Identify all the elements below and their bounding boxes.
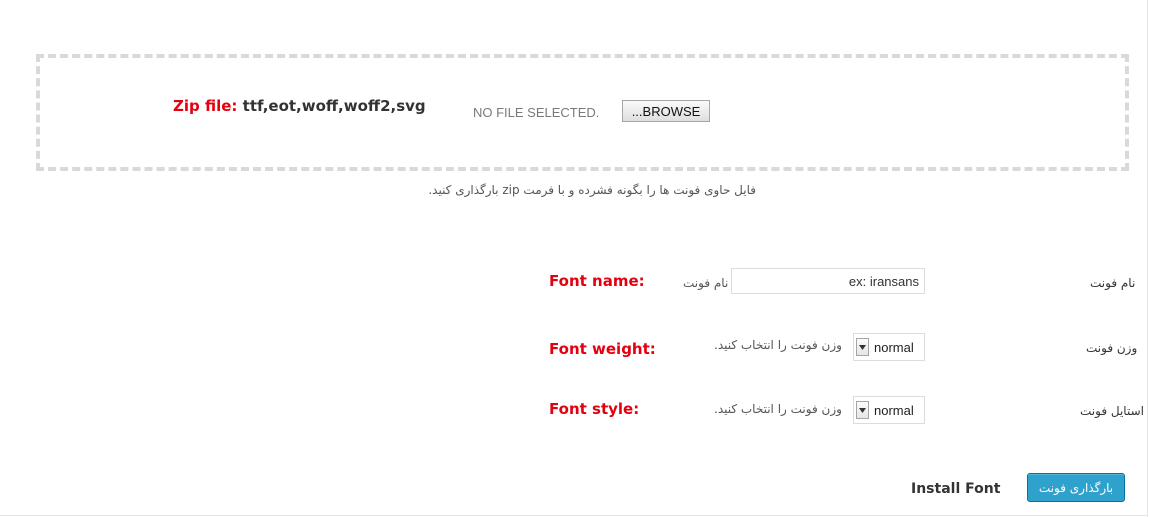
no-file-selected-text: NO FILE SELECTED. bbox=[473, 105, 600, 120]
frame-border-right bbox=[1147, 0, 1148, 517]
font-style-hint: وزن فونت را انتخاب کنید. bbox=[714, 402, 842, 416]
zip-file-label: Zip file: ttf,eot,woff,woff2,svg bbox=[173, 97, 426, 115]
font-name-input[interactable] bbox=[731, 268, 925, 294]
font-name-label-fa: نام فونت bbox=[1090, 276, 1136, 290]
font-weight-select[interactable]: normal bbox=[853, 333, 925, 361]
zip-file-label-prefix: Zip file: bbox=[173, 97, 238, 115]
font-weight-selected-value: normal bbox=[874, 339, 914, 355]
font-weight-hint: وزن فونت را انتخاب کنید. bbox=[714, 338, 842, 352]
install-font-label: Install Font bbox=[911, 481, 1001, 497]
chevron-down-icon bbox=[856, 338, 869, 356]
font-weight-label-en: Font weight: bbox=[549, 340, 656, 358]
zip-file-formats: ttf,eot,woff,woff2,svg bbox=[242, 97, 426, 115]
upload-hint: فایل حاوی فونت ها را بگونه فشرده و با فر… bbox=[428, 183, 756, 197]
font-style-selected-value: normal bbox=[874, 402, 914, 418]
font-style-label-en: Font style: bbox=[549, 400, 640, 418]
font-style-label-fa: استایل فونت bbox=[1080, 404, 1144, 418]
chevron-down-icon bbox=[856, 401, 869, 419]
frame-border-bottom bbox=[0, 515, 1148, 516]
font-name-inline-label: نام فونت bbox=[683, 276, 729, 290]
font-style-select[interactable]: normal bbox=[853, 396, 925, 424]
font-name-label-en: Font name: bbox=[549, 272, 645, 290]
upload-font-button[interactable]: بارگذاری فونت bbox=[1027, 473, 1125, 502]
browse-button[interactable]: ...BROWSE bbox=[622, 100, 710, 122]
font-weight-label-fa: وزن فونت bbox=[1086, 341, 1138, 355]
